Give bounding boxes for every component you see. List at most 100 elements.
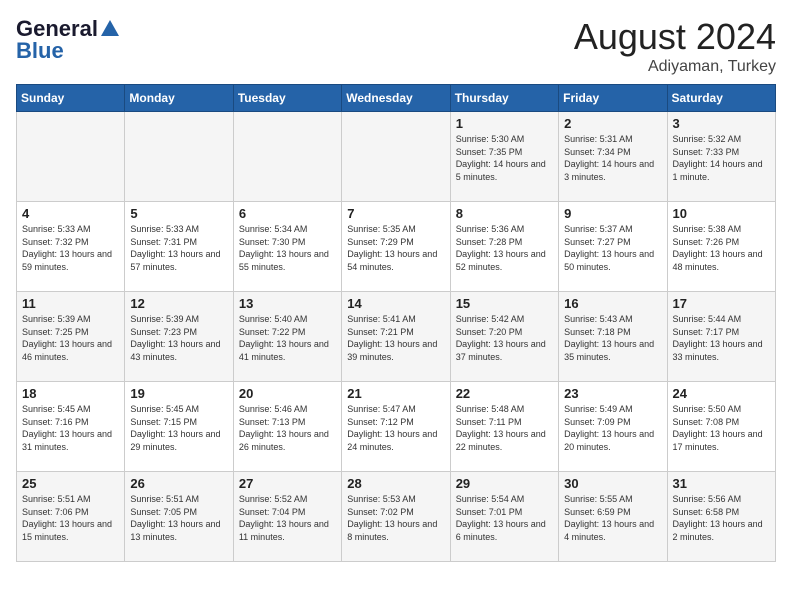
calendar-cell: 7 Sunrise: 5:35 AMSunset: 7:29 PMDaylight… [342, 202, 450, 292]
day-detail: Sunrise: 5:55 AMSunset: 6:59 PMDaylight:… [564, 493, 661, 543]
calendar-cell [17, 112, 125, 202]
calendar-cell: 5 Sunrise: 5:33 AMSunset: 7:31 PMDaylight… [125, 202, 233, 292]
day-number: 16 [564, 296, 661, 311]
logo: General Blue [16, 16, 121, 64]
day-detail: Sunrise: 5:37 AMSunset: 7:27 PMDaylight:… [564, 223, 661, 273]
header-day-thursday: Thursday [450, 85, 558, 112]
day-detail: Sunrise: 5:38 AMSunset: 7:26 PMDaylight:… [673, 223, 770, 273]
day-detail: Sunrise: 5:45 AMSunset: 7:15 PMDaylight:… [130, 403, 227, 453]
header-day-sunday: Sunday [17, 85, 125, 112]
title-block: August 2024 Adiyaman, Turkey [574, 16, 776, 76]
day-detail: Sunrise: 5:53 AMSunset: 7:02 PMDaylight:… [347, 493, 444, 543]
day-number: 20 [239, 386, 336, 401]
calendar-table: SundayMondayTuesdayWednesdayThursdayFrid… [16, 84, 776, 562]
day-detail: Sunrise: 5:34 AMSunset: 7:30 PMDaylight:… [239, 223, 336, 273]
calendar-cell: 25 Sunrise: 5:51 AMSunset: 7:06 PMDayligh… [17, 472, 125, 562]
day-detail: Sunrise: 5:51 AMSunset: 7:05 PMDaylight:… [130, 493, 227, 543]
day-number: 13 [239, 296, 336, 311]
day-detail: Sunrise: 5:47 AMSunset: 7:12 PMDaylight:… [347, 403, 444, 453]
month-year: August 2024 [574, 16, 776, 58]
calendar-cell: 3Sunrise: 5:32 AMSunset: 7:33 PMDaylight… [667, 112, 775, 202]
day-number: 8 [456, 206, 553, 221]
day-detail: Sunrise: 5:41 AMSunset: 7:21 PMDaylight:… [347, 313, 444, 363]
day-detail: Sunrise: 5:40 AMSunset: 7:22 PMDaylight:… [239, 313, 336, 363]
calendar-cell: 22 Sunrise: 5:48 AMSunset: 7:11 PMDayligh… [450, 382, 558, 472]
header-day-tuesday: Tuesday [233, 85, 341, 112]
day-detail: Sunrise: 5:50 AMSunset: 7:08 PMDaylight:… [673, 403, 770, 453]
day-detail: Sunrise: 5:39 AMSunset: 7:23 PMDaylight:… [130, 313, 227, 363]
calendar-cell: 8 Sunrise: 5:36 AMSunset: 7:28 PMDaylight… [450, 202, 558, 292]
calendar-cell: 6Sunrise: 5:34 AMSunset: 7:30 PMDaylight… [233, 202, 341, 292]
calendar-cell: 4Sunrise: 5:33 AMSunset: 7:32 PMDaylight… [17, 202, 125, 292]
day-number: 9 [564, 206, 661, 221]
day-detail: Sunrise: 5:48 AMSunset: 7:11 PMDaylight:… [456, 403, 553, 453]
calendar-cell: 21 Sunrise: 5:47 AMSunset: 7:12 PMDayligh… [342, 382, 450, 472]
header-day-friday: Friday [559, 85, 667, 112]
calendar-cell: 11Sunrise: 5:39 AMSunset: 7:25 PMDayligh… [17, 292, 125, 382]
day-number: 1 [456, 116, 553, 131]
calendar-cell: 31 Sunrise: 5:56 AMSunset: 6:58 PMDayligh… [667, 472, 775, 562]
day-number: 11 [22, 296, 119, 311]
day-detail: Sunrise: 5:36 AMSunset: 7:28 PMDaylight:… [456, 223, 553, 273]
calendar-cell: 28 Sunrise: 5:53 AMSunset: 7:02 PMDayligh… [342, 472, 450, 562]
day-number: 26 [130, 476, 227, 491]
day-number: 15 [456, 296, 553, 311]
day-detail: Sunrise: 5:30 AMSunset: 7:35 PMDaylight:… [456, 133, 553, 183]
calendar-cell: 16 Sunrise: 5:43 AMSunset: 7:18 PMDayligh… [559, 292, 667, 382]
day-detail: Sunrise: 5:56 AMSunset: 6:58 PMDaylight:… [673, 493, 770, 543]
week-row-4: 18 Sunrise: 5:45 AMSunset: 7:16 PMDayligh… [17, 382, 776, 472]
calendar-cell: 1 Sunrise: 5:30 AMSunset: 7:35 PMDaylight… [450, 112, 558, 202]
day-detail: Sunrise: 5:42 AMSunset: 7:20 PMDaylight:… [456, 313, 553, 363]
calendar-cell: 27 Sunrise: 5:52 AMSunset: 7:04 PMDayligh… [233, 472, 341, 562]
calendar-cell: 9 Sunrise: 5:37 AMSunset: 7:27 PMDaylight… [559, 202, 667, 292]
location: Adiyaman, Turkey [574, 58, 776, 76]
day-number: 27 [239, 476, 336, 491]
day-number: 18 [22, 386, 119, 401]
day-number: 5 [130, 206, 227, 221]
calendar-cell: 10Sunrise: 5:38 AMSunset: 7:26 PMDayligh… [667, 202, 775, 292]
header-day-wednesday: Wednesday [342, 85, 450, 112]
day-number: 4 [22, 206, 119, 221]
calendar-cell [125, 112, 233, 202]
calendar-cell: 20 Sunrise: 5:46 AMSunset: 7:13 PMDayligh… [233, 382, 341, 472]
week-row-1: 1 Sunrise: 5:30 AMSunset: 7:35 PMDaylight… [17, 112, 776, 202]
day-detail: Sunrise: 5:43 AMSunset: 7:18 PMDaylight:… [564, 313, 661, 363]
day-detail: Sunrise: 5:52 AMSunset: 7:04 PMDaylight:… [239, 493, 336, 543]
calendar-cell: 15 Sunrise: 5:42 AMSunset: 7:20 PMDayligh… [450, 292, 558, 382]
day-number: 25 [22, 476, 119, 491]
calendar-cell: 17Sunrise: 5:44 AMSunset: 7:17 PMDayligh… [667, 292, 775, 382]
day-detail: Sunrise: 5:35 AMSunset: 7:29 PMDaylight:… [347, 223, 444, 273]
day-number: 30 [564, 476, 661, 491]
day-detail: Sunrise: 5:51 AMSunset: 7:06 PMDaylight:… [22, 493, 119, 543]
day-detail: Sunrise: 5:44 AMSunset: 7:17 PMDaylight:… [673, 313, 770, 363]
calendar-cell [342, 112, 450, 202]
calendar-cell: 30 Sunrise: 5:55 AMSunset: 6:59 PMDayligh… [559, 472, 667, 562]
week-row-5: 25 Sunrise: 5:51 AMSunset: 7:06 PMDayligh… [17, 472, 776, 562]
day-number: 2 [564, 116, 661, 131]
day-detail: Sunrise: 5:54 AMSunset: 7:01 PMDaylight:… [456, 493, 553, 543]
day-number: 23 [564, 386, 661, 401]
day-detail: Sunrise: 5:45 AMSunset: 7:16 PMDaylight:… [22, 403, 119, 453]
day-number: 22 [456, 386, 553, 401]
day-number: 31 [673, 476, 770, 491]
day-detail: Sunrise: 5:33 AMSunset: 7:31 PMDaylight:… [130, 223, 227, 273]
calendar-cell: 18 Sunrise: 5:45 AMSunset: 7:16 PMDayligh… [17, 382, 125, 472]
day-number: 28 [347, 476, 444, 491]
page-header: General Blue August 2024 Adiyaman, Turke… [16, 16, 776, 76]
calendar-cell: 23Sunrise: 5:49 AMSunset: 7:09 PMDayligh… [559, 382, 667, 472]
calendar-cell: 13 Sunrise: 5:40 AMSunset: 7:22 PMDayligh… [233, 292, 341, 382]
day-number: 3 [673, 116, 770, 131]
logo-blue: Blue [16, 38, 64, 64]
header-day-monday: Monday [125, 85, 233, 112]
day-detail: Sunrise: 5:46 AMSunset: 7:13 PMDaylight:… [239, 403, 336, 453]
calendar-cell: 29Sunrise: 5:54 AMSunset: 7:01 PMDayligh… [450, 472, 558, 562]
header-row: SundayMondayTuesdayWednesdayThursdayFrid… [17, 85, 776, 112]
calendar-cell: 19Sunrise: 5:45 AMSunset: 7:15 PMDayligh… [125, 382, 233, 472]
day-number: 12 [130, 296, 227, 311]
calendar-cell: 24Sunrise: 5:50 AMSunset: 7:08 PMDayligh… [667, 382, 775, 472]
day-number: 7 [347, 206, 444, 221]
calendar-cell [233, 112, 341, 202]
day-number: 21 [347, 386, 444, 401]
day-detail: Sunrise: 5:31 AMSunset: 7:34 PMDaylight:… [564, 133, 661, 183]
calendar-cell: 2 Sunrise: 5:31 AMSunset: 7:34 PMDaylight… [559, 112, 667, 202]
